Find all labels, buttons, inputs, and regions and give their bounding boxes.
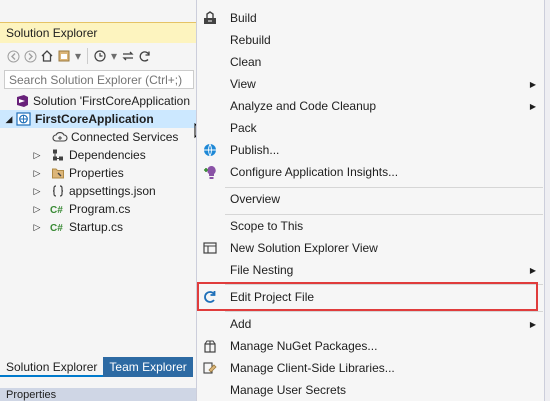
tree-item-label: appsettings.json (69, 184, 156, 198)
toolbar-separator (87, 48, 88, 64)
solution-explorer-panel: Solution Explorer ▾ ▾ Search Solution Ex… (0, 0, 197, 401)
app-insights-icon (201, 163, 219, 181)
chevron-down-icon[interactable]: ▾ (74, 49, 82, 63)
tab-team-explorer[interactable]: Team Explorer (103, 357, 193, 377)
solution-icon (14, 94, 30, 108)
menu-item-rebuild[interactable]: Rebuild (197, 29, 546, 51)
solution-tree: Solution 'FirstCoreApplication ◢ FirstCo… (0, 92, 197, 236)
tree-item-startup[interactable]: ▷ C# Startup.cs (0, 218, 197, 236)
tree-item-label: Connected Services (71, 130, 179, 144)
switch-views-icon[interactable] (57, 49, 71, 63)
forward-icon[interactable] (23, 49, 37, 63)
menu-item-publish[interactable]: Publish... (197, 139, 546, 161)
tree-item-label: Program.cs (69, 202, 131, 216)
connected-services-icon (52, 130, 68, 144)
json-file-icon (50, 184, 66, 198)
collapsed-arrow-icon[interactable]: ▷ (32, 204, 42, 215)
sync-icon[interactable] (121, 49, 135, 63)
collapsed-arrow-icon[interactable]: ▷ (32, 186, 42, 197)
tree-item-label: Startup.cs (69, 220, 124, 234)
project-icon (16, 112, 32, 126)
tree-item-dependencies[interactable]: ▷ Dependencies (0, 146, 197, 164)
project-context-menu: Build Rebuild Clean View ▶ Analyze and C… (196, 0, 545, 401)
menu-item-clean[interactable]: Clean (197, 51, 546, 73)
menu-item-add[interactable]: Add ▶ (197, 313, 546, 335)
csharp-file-icon: C# (50, 220, 66, 234)
tab-solution-explorer[interactable]: Solution Explorer (0, 357, 104, 377)
menu-item-scope-to-this[interactable]: Scope to This (197, 215, 546, 237)
tree-item-label: Properties (69, 166, 124, 180)
expanded-arrow-icon[interactable]: ◢ (4, 114, 14, 125)
nuget-icon (201, 337, 219, 355)
menu-item-new-solution-explorer-view[interactable]: New Solution Explorer View (197, 237, 546, 259)
search-input[interactable] (4, 70, 194, 89)
menu-item-manage-user-secrets[interactable]: Manage User Secrets (197, 379, 546, 401)
highlight-box (197, 282, 538, 311)
back-icon[interactable] (6, 49, 20, 63)
menu-item-build[interactable]: Build (197, 7, 546, 29)
properties-icon (50, 166, 66, 180)
menu-item-manage-nuget[interactable]: Manage NuGet Packages... (197, 335, 546, 357)
tree-item-label: Dependencies (69, 148, 146, 162)
tree-item-program[interactable]: ▷ C# Program.cs (0, 200, 197, 218)
menu-item-app-insights[interactable]: Configure Application Insights... (197, 161, 546, 183)
tree-item-solution[interactable]: Solution 'FirstCoreApplication (0, 92, 197, 110)
submenu-arrow-icon: ▶ (529, 79, 536, 89)
pending-changes-icon[interactable] (93, 49, 107, 63)
solution-explorer-toolbar: ▾ ▾ (0, 44, 197, 68)
svg-text:C#: C# (50, 223, 63, 234)
tree-item-label: Solution 'FirstCoreApplication (33, 94, 191, 108)
build-icon (201, 9, 219, 27)
refresh-icon[interactable] (138, 49, 152, 63)
tree-item-connected-services[interactable]: Connected Services (0, 128, 197, 146)
tree-item-label: FirstCoreApplication (35, 112, 154, 126)
home-icon[interactable] (40, 49, 54, 63)
menu-item-overview[interactable]: Overview (197, 188, 546, 210)
submenu-arrow-icon: ▶ (529, 319, 536, 329)
tree-item-properties[interactable]: ▷ Properties (0, 164, 197, 182)
dependencies-icon (50, 148, 66, 162)
svg-text:C#: C# (50, 205, 63, 216)
menu-item-view[interactable]: View ▶ (197, 73, 546, 95)
client-libraries-icon (201, 359, 219, 377)
new-view-icon (201, 239, 219, 257)
bottom-tab-strip: Solution Explorer Team Explorer (0, 357, 197, 377)
menu-item-file-nesting[interactable]: File Nesting ▶ (197, 259, 546, 281)
submenu-arrow-icon: ▶ (529, 265, 536, 275)
solution-explorer-title[interactable]: Solution Explorer (0, 22, 197, 43)
menu-item-analyze[interactable]: Analyze and Code Cleanup ▶ (197, 95, 546, 117)
csharp-file-icon: C# (50, 202, 66, 216)
menu-item-pack[interactable]: Pack (197, 117, 546, 139)
tree-item-appsettings[interactable]: ▷ appsettings.json (0, 182, 197, 200)
chevron-down-icon[interactable]: ▾ (110, 49, 118, 63)
collapsed-arrow-icon[interactable]: ▷ (32, 222, 42, 233)
collapsed-arrow-icon[interactable]: ▷ (32, 150, 42, 161)
menu-item-manage-client-libraries[interactable]: Manage Client-Side Libraries... (197, 357, 546, 379)
tree-item-project[interactable]: ◢ FirstCoreApplication (0, 110, 197, 128)
submenu-arrow-icon: ▶ (529, 101, 536, 111)
collapsed-arrow-icon[interactable]: ▷ (32, 168, 42, 179)
menu-separator (225, 311, 543, 312)
properties-panel-header[interactable]: Properties (0, 388, 197, 401)
publish-icon (201, 141, 219, 159)
